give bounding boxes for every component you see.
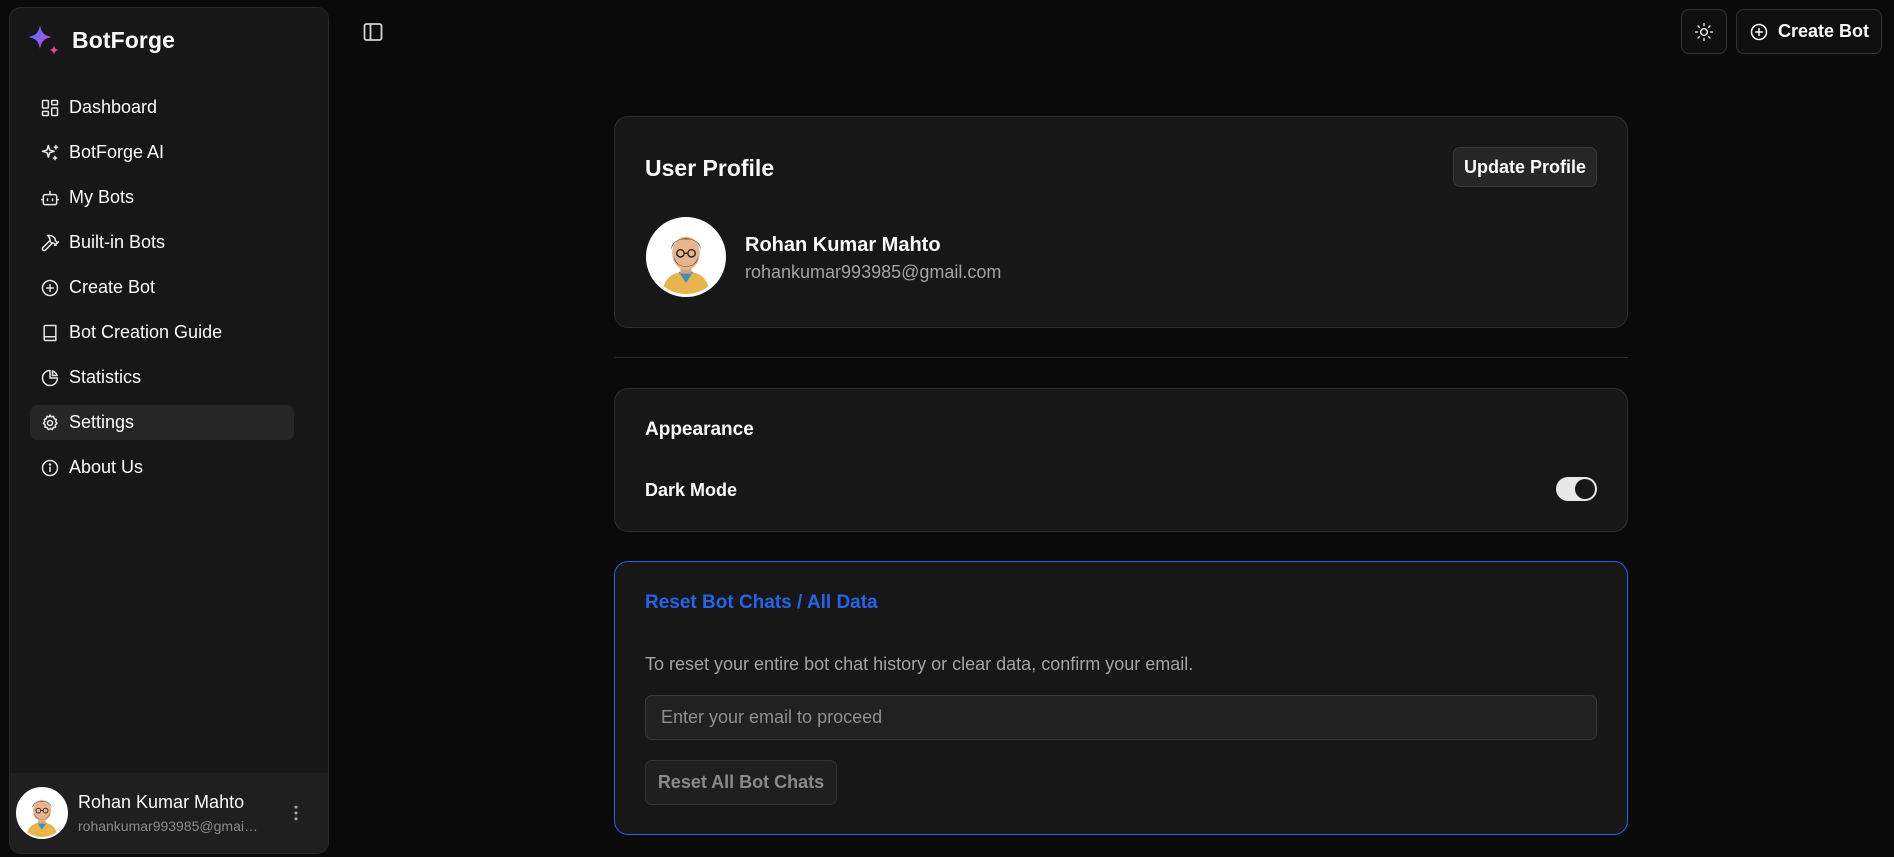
info-icon — [40, 458, 60, 478]
sidebar-item-label: Bot Creation Guide — [69, 322, 223, 342]
reset-all-bot-chats-button[interactable]: Reset All Bot Chats — [645, 760, 837, 805]
dark-mode-label: Dark Mode — [645, 480, 738, 500]
card-title: Reset Bot Chats / All Data — [645, 592, 878, 613]
user-email: rohankumar993985@gmail.com — [78, 818, 258, 834]
sidebar-item-label: Settings — [69, 412, 135, 432]
create-bot-button[interactable]: Create Bot — [1736, 9, 1882, 54]
user-profile-card: User Profile Update Profile Rohan Kumar … — [614, 116, 1628, 328]
card-title: User Profile — [645, 155, 775, 181]
hammer-icon — [40, 233, 60, 253]
dashboard-icon — [40, 98, 60, 118]
sidebar-item-settings[interactable]: Settings — [30, 405, 294, 440]
sidebar-toggle-icon[interactable] — [361, 20, 385, 44]
sidebar-item-label: My Bots — [69, 187, 135, 207]
avatar — [16, 787, 68, 839]
sidebar-item-label: Built-in Bots — [69, 232, 166, 252]
email-confirm-input[interactable] — [645, 695, 1597, 740]
brand[interactable]: BotForge — [26, 22, 175, 58]
plus-circle-icon — [40, 278, 60, 298]
sidebar-item-botforge-ai[interactable]: BotForge AI — [30, 135, 294, 170]
book-icon — [40, 323, 60, 343]
more-vertical-icon[interactable] — [286, 803, 306, 823]
brand-name: BotForge — [72, 26, 176, 53]
sparkles-icon — [40, 143, 60, 163]
profile-name: Rohan Kumar Mahto — [745, 234, 941, 256]
gear-icon — [40, 413, 60, 433]
user-info: Rohan Kumar Mahto rohankumar993985@gmail… — [78, 792, 278, 834]
sidebar-item-label: About Us — [69, 457, 144, 477]
sidebar-item-my-bots[interactable]: My Bots — [30, 180, 294, 215]
appearance-card: Appearance Dark Mode — [614, 388, 1628, 532]
sidebar-item-bot-creation-guide[interactable]: Bot Creation Guide — [30, 315, 294, 350]
sidebar-item-label: Create Bot — [69, 277, 156, 297]
sidebar-item-about-us[interactable]: About Us — [30, 450, 294, 485]
dark-mode-toggle[interactable] — [1556, 477, 1597, 501]
sun-icon — [1694, 22, 1714, 42]
divider — [614, 357, 1628, 358]
card-title: Appearance — [645, 419, 754, 440]
user-name: Rohan Kumar Mahto — [78, 792, 245, 812]
theme-toggle-button[interactable] — [1681, 9, 1727, 54]
pie-chart-icon — [40, 368, 60, 388]
sidebar-item-label: Dashboard — [69, 97, 158, 117]
avatar — [646, 217, 726, 297]
create-bot-label: Create Bot — [1777, 21, 1870, 41]
toggle-knob — [1575, 479, 1595, 499]
sidebar: BotForge Dashboard BotForge AI My Bots B… — [9, 7, 329, 854]
sidebar-user-menu[interactable]: Rohan Kumar Mahto rohankumar993985@gmail… — [10, 773, 328, 853]
update-profile-button[interactable]: Update Profile — [1453, 147, 1597, 187]
sparkle-logo-icon — [26, 22, 62, 58]
sidebar-item-create-bot[interactable]: Create Bot — [30, 270, 294, 305]
sidebar-item-built-in-bots[interactable]: Built-in Bots — [30, 225, 294, 260]
profile-email: rohankumar993985@gmail.com — [745, 262, 1002, 282]
reset-description: To reset your entire bot chat history or… — [645, 654, 1194, 674]
bot-icon — [40, 188, 60, 208]
sidebar-item-dashboard[interactable]: Dashboard — [30, 90, 294, 125]
reset-data-card: Reset Bot Chats / All Data To reset your… — [614, 561, 1628, 835]
sidebar-item-statistics[interactable]: Statistics — [30, 360, 294, 395]
sidebar-item-label: BotForge AI — [69, 142, 165, 162]
plus-circle-icon — [1749, 22, 1769, 42]
sidebar-item-label: Statistics — [69, 367, 142, 387]
sidebar-nav: Dashboard BotForge AI My Bots Built-in B… — [30, 90, 294, 495]
